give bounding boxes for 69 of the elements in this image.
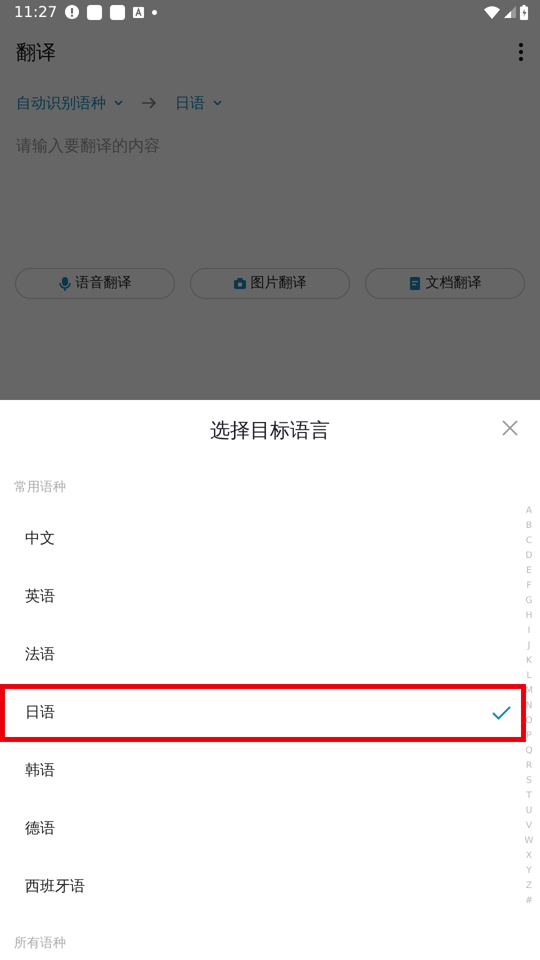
camera-icon [234,276,246,290]
index-letter[interactable]: L [524,669,534,684]
language-label: 西班牙语 [25,876,85,898]
language-label: 中文 [25,528,55,550]
index-letter[interactable]: H [524,609,534,624]
signal-icon [504,6,516,18]
index-letter[interactable]: K [524,654,534,669]
alert-icon [65,5,80,19]
sheet-title: 选择目标语言 [210,417,330,444]
dot-icon [152,10,158,14]
index-letter[interactable]: A [524,504,534,519]
index-letter[interactable]: I [524,624,534,639]
index-letter[interactable]: S [524,774,534,789]
battery-icon [520,4,528,20]
index-letter[interactable]: T [524,789,534,804]
index-letter[interactable]: P [524,729,534,744]
microphone-icon [58,276,70,290]
language-label: 英语 [25,586,55,608]
target-language-selector[interactable]: 日语 [175,92,222,114]
section-heading: 所有语种 [13,934,67,952]
language-label: 日语 [25,702,55,724]
notification-icon [110,4,126,20]
app-icon [133,6,144,18]
index-letter[interactable]: Q [524,744,534,759]
action-button[interactable]: 图片翻译 [190,268,350,299]
document-icon [408,276,420,290]
more-icon[interactable] [518,42,524,62]
index-letter[interactable]: D [524,549,534,564]
index-letter[interactable]: N [524,699,534,714]
status-time: 11:27 [14,2,58,23]
language-option[interactable]: 英语 [0,568,526,626]
notification-icon [87,4,102,20]
wifi-icon [484,6,500,18]
arrow-right-icon [141,97,157,109]
section-heading: 常用语种 [13,479,67,497]
source-language-selector[interactable]: 自动识别语种 [16,92,123,114]
index-letter[interactable]: X [524,849,534,864]
index-letter[interactable]: G [524,594,534,609]
close-button[interactable] [502,420,518,436]
close-icon [502,420,518,436]
language-option[interactable]: 德语 [0,800,526,858]
index-letter[interactable]: F [524,579,534,594]
index-letter[interactable]: O [524,714,534,729]
index-letter[interactable]: E [524,564,534,579]
action-button[interactable]: 文档翻译 [365,268,525,299]
index-letter[interactable]: W [524,834,534,849]
index-letter[interactable]: B [524,519,534,534]
language-label: 德语 [25,818,55,840]
language-option[interactable]: 日语 [0,684,526,742]
language-option[interactable]: 西班牙语 [0,858,526,916]
app-title: 翻译 [16,39,56,66]
index-letter[interactable]: J [524,639,534,654]
index-letter[interactable]: Z [524,879,534,894]
index-letter[interactable]: V [524,819,534,834]
index-letter[interactable]: # [524,894,534,909]
index-letter[interactable]: C [524,534,534,549]
chevron-down-icon [114,100,123,106]
language-option[interactable]: 韩语 [0,742,526,800]
check-icon [492,706,511,720]
language-label: 韩语 [25,760,55,782]
index-letter[interactable]: Y [524,864,534,879]
language-label: 法语 [25,644,55,666]
index-letter[interactable]: R [524,759,534,774]
index-letter[interactable]: M [524,684,534,699]
language-option[interactable]: 中文 [0,510,526,568]
index-letter[interactable]: U [524,804,534,819]
action-button[interactable]: 语音翻译 [15,268,175,299]
language-option[interactable]: 法语 [0,626,526,684]
chevron-down-icon [213,100,222,106]
